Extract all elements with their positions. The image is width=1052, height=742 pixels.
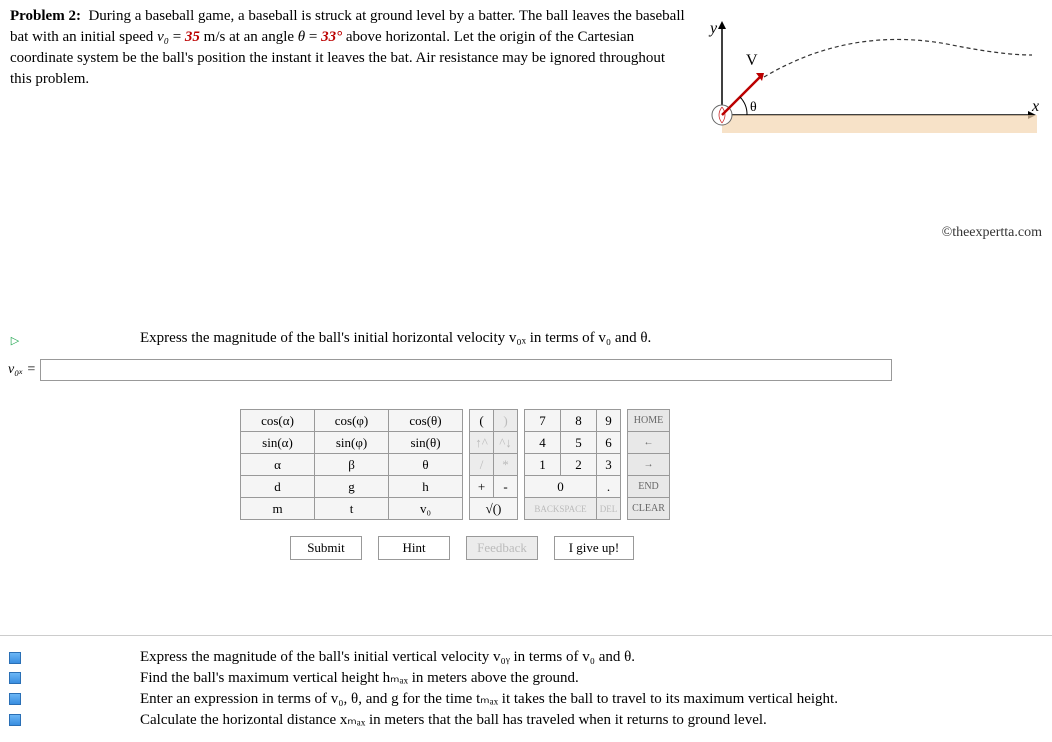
key-h[interactable]: h xyxy=(389,476,463,498)
key-sqrt[interactable]: √() xyxy=(470,498,518,520)
key-theta[interactable]: θ xyxy=(389,454,463,476)
key-cos-alpha[interactable]: cos(α) xyxy=(241,410,315,432)
key-home[interactable]: HOME xyxy=(628,410,670,432)
key-cos-theta[interactable]: cos(θ) xyxy=(389,410,463,432)
play-icon: ▷ xyxy=(11,334,19,347)
key-5[interactable]: 5 xyxy=(561,432,597,454)
key-sin-alpha[interactable]: sin(α) xyxy=(241,432,315,454)
feedback-button: Feedback xyxy=(466,536,538,560)
key-7[interactable]: 7 xyxy=(525,410,561,432)
part-box-icon[interactable] xyxy=(9,693,21,705)
key-d[interactable]: d xyxy=(241,476,315,498)
giveup-button[interactable]: I give up! xyxy=(554,536,634,560)
other-parts: Express the magnitude of the ball's init… xyxy=(0,635,1052,730)
key-left[interactable]: ← xyxy=(628,432,670,454)
problem-statement: Problem 2: During a baseball game, a bas… xyxy=(0,0,700,90)
angle-label: θ xyxy=(750,100,757,115)
copyright-text: ©theexpertta.com xyxy=(942,225,1042,241)
key-mult[interactable]: * xyxy=(494,454,518,476)
key-1[interactable]: 1 xyxy=(525,454,561,476)
key-right[interactable]: → xyxy=(628,454,670,476)
key-close-paren[interactable]: ) xyxy=(494,410,518,432)
key-clear[interactable]: CLEAR xyxy=(628,498,670,520)
key-sup[interactable]: ↑^ xyxy=(470,432,494,454)
symbol-keys: () ↑^^↓ /* +- √() xyxy=(469,409,518,520)
key-sin-phi[interactable]: sin(φ) xyxy=(315,432,389,454)
y-axis-label: y xyxy=(708,20,718,37)
key-3[interactable]: 3 xyxy=(597,454,621,476)
key-minus[interactable]: - xyxy=(494,476,518,498)
key-6[interactable]: 6 xyxy=(597,432,621,454)
number-keys: 789 456 123 0. BACKSPACEDEL xyxy=(524,409,621,520)
key-dot[interactable]: . xyxy=(597,476,621,498)
key-v0[interactable]: v₀ xyxy=(389,498,463,520)
key-divide[interactable]: / xyxy=(470,454,494,476)
list-item: Enter an expression in terms of v₀, θ, a… xyxy=(0,688,1052,709)
x-axis-label: x xyxy=(1031,98,1039,115)
key-8[interactable]: 8 xyxy=(561,410,597,432)
key-backspace[interactable]: BACKSPACE xyxy=(525,498,597,520)
key-alpha[interactable]: α xyxy=(241,454,315,476)
function-keys: cos(α)cos(φ)cos(θ) sin(α)sin(φ)sin(θ) αβ… xyxy=(240,409,463,520)
submit-button[interactable]: Submit xyxy=(290,536,362,560)
key-4[interactable]: 4 xyxy=(525,432,561,454)
part-box-icon[interactable] xyxy=(9,672,21,684)
answer-input[interactable] xyxy=(40,359,892,381)
key-sub[interactable]: ^↓ xyxy=(494,432,518,454)
list-item: Express the magnitude of the ball's init… xyxy=(0,648,1052,667)
variable-label: v₀ₓ = xyxy=(8,362,36,378)
part-prompt: Express the magnitude of the ball's init… xyxy=(30,330,651,347)
key-del[interactable]: DEL xyxy=(597,498,621,520)
part-box-icon[interactable] xyxy=(9,652,21,664)
key-t[interactable]: t xyxy=(315,498,389,520)
key-m[interactable]: m xyxy=(241,498,315,520)
key-9[interactable]: 9 xyxy=(597,410,621,432)
key-cos-phi[interactable]: cos(φ) xyxy=(315,410,389,432)
key-0[interactable]: 0 xyxy=(525,476,597,498)
nav-keys: HOME ← → END CLEAR xyxy=(627,409,670,520)
projectile-diagram: y x V θ xyxy=(702,15,1042,145)
list-item: Calculate the horizontal distance xₘₐₓ i… xyxy=(0,709,1052,730)
key-end[interactable]: END xyxy=(628,476,670,498)
key-beta[interactable]: β xyxy=(315,454,389,476)
key-plus[interactable]: + xyxy=(470,476,494,498)
part-box-icon[interactable] xyxy=(9,714,21,726)
key-sin-theta[interactable]: sin(θ) xyxy=(389,432,463,454)
problem-title: Problem 2: xyxy=(10,8,81,24)
key-open-paren[interactable]: ( xyxy=(470,410,494,432)
hint-button[interactable]: Hint xyxy=(378,536,450,560)
list-item: Find the ball's maximum vertical height … xyxy=(0,667,1052,688)
keypad: cos(α)cos(φ)cos(θ) sin(α)sin(φ)sin(θ) αβ… xyxy=(240,409,1052,520)
velocity-label: V xyxy=(746,52,758,69)
key-2[interactable]: 2 xyxy=(561,454,597,476)
key-g[interactable]: g xyxy=(315,476,389,498)
